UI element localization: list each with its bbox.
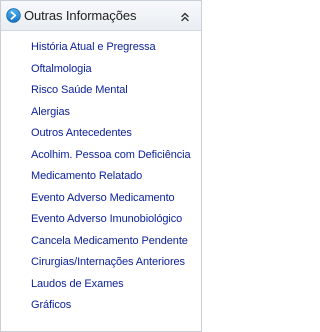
- outras-informacoes-panel: Outras Informações História Atual e Preg…: [0, 0, 202, 332]
- menu-item-laudos-de-exames[interactable]: Laudos de Exames: [1, 274, 201, 296]
- menu-item-risco-saude-mental[interactable]: Risco Saúde Mental: [1, 80, 201, 102]
- menu-item-cancela-medicamento-pendente[interactable]: Cancela Medicamento Pendente: [1, 231, 201, 253]
- menu-item-evento-adverso-imunobiologico[interactable]: Evento Adverso Imunobiológico: [1, 209, 201, 231]
- menu-item-cirurgias-internacoes-anteriores[interactable]: Cirurgias/Internações Anteriores: [1, 252, 201, 274]
- menu-item-graficos[interactable]: Gráficos: [1, 295, 201, 317]
- menu-item-outros-antecedentes[interactable]: Outros Antecedentes: [1, 123, 201, 145]
- double-chevron-up-icon[interactable]: [180, 10, 190, 22]
- panel-title: Outras Informações: [24, 8, 137, 23]
- menu-item-alergias[interactable]: Alergias: [1, 102, 201, 124]
- panel-header[interactable]: Outras Informações: [1, 1, 201, 31]
- expand-circle-arrow-icon: [5, 8, 21, 24]
- menu-list: História Atual e Pregressa Oftalmologia …: [1, 31, 201, 317]
- menu-item-acolhim-pessoa-com-deficiencia[interactable]: Acolhim. Pessoa com Deficiência: [1, 145, 201, 167]
- menu-item-historia-atual-e-pregressa[interactable]: História Atual e Pregressa: [1, 37, 201, 59]
- menu-item-medicamento-relatado[interactable]: Medicamento Relatado: [1, 166, 201, 188]
- menu-item-oftalmologia[interactable]: Oftalmologia: [1, 59, 201, 81]
- menu-item-evento-adverso-medicamento[interactable]: Evento Adverso Medicamento: [1, 188, 201, 210]
